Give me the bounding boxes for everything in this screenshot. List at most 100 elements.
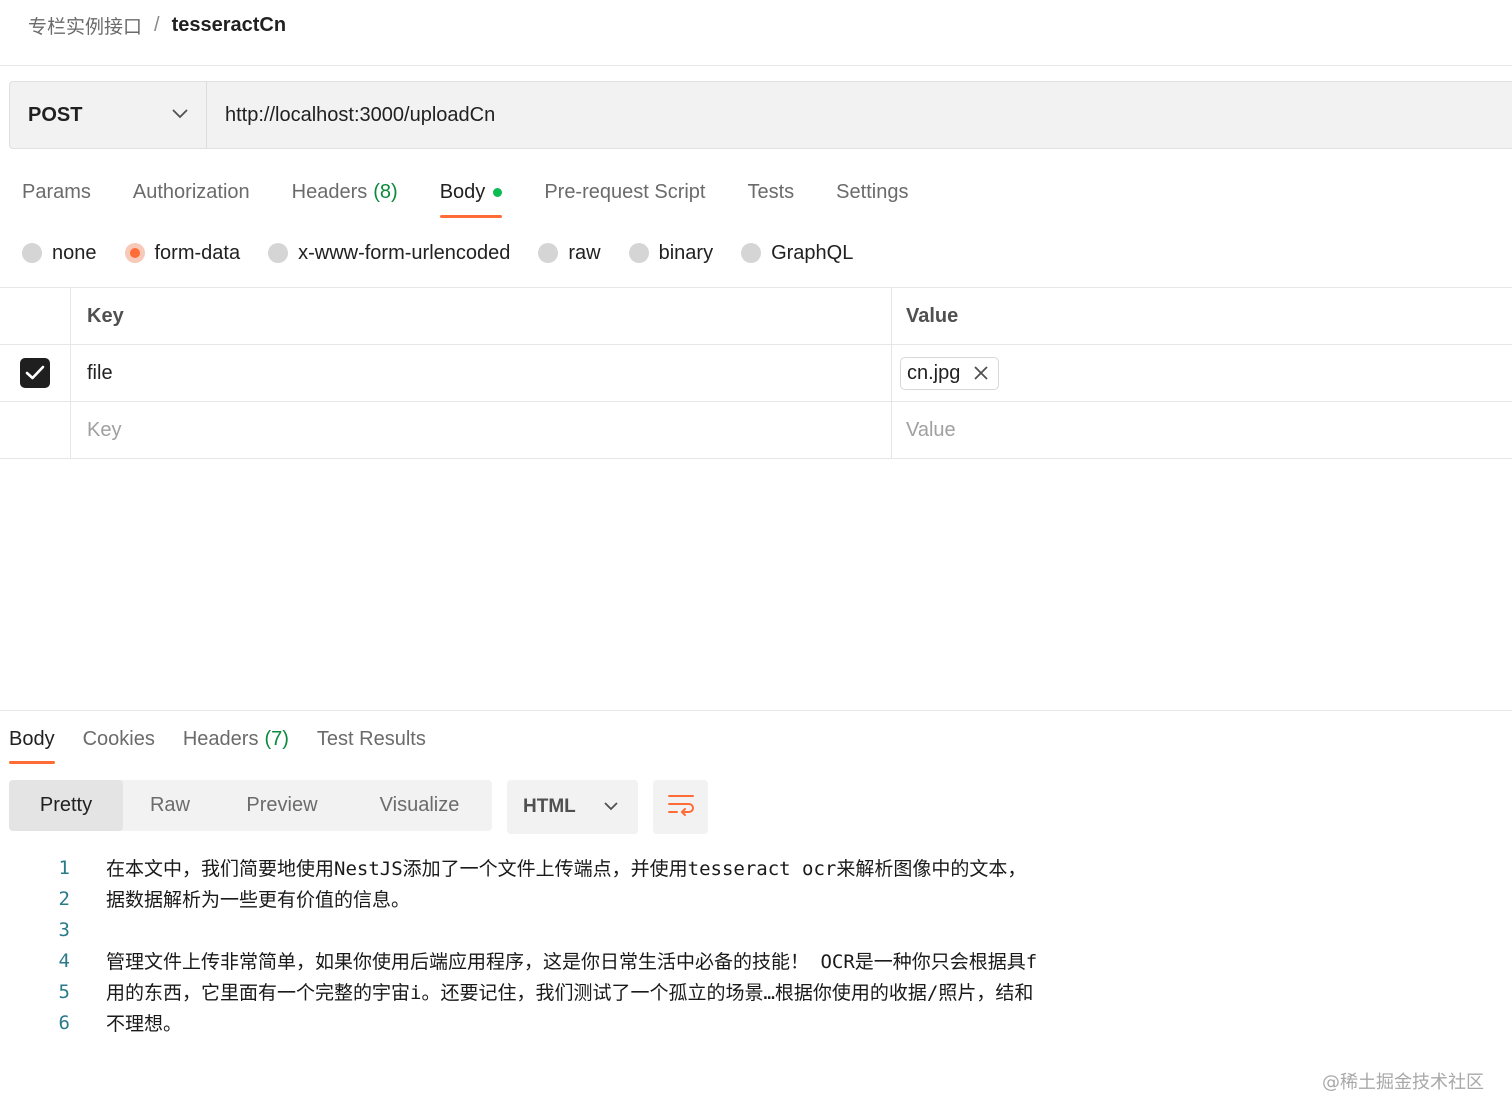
radio-label: GraphQL — [771, 241, 854, 264]
view-visualize-button[interactable]: Visualize — [347, 780, 492, 831]
line-number: 3 — [58, 918, 70, 941]
request-name[interactable]: tesseractCn — [172, 14, 287, 37]
request-tabs: Params Authorization Headers (8) Body Pre… — [22, 170, 950, 220]
body-type-urlencoded[interactable]: x-www-form-urlencoded — [268, 242, 510, 265]
radio-button[interactable] — [741, 243, 762, 263]
code-line: 6 不理想。 — [40, 1007, 1037, 1038]
response-tab-body[interactable]: Body — [9, 720, 55, 764]
response-divider[interactable] — [0, 710, 1512, 711]
view-raw-button[interactable]: Raw — [123, 780, 217, 831]
response-tab-headers[interactable]: Headers (7) — [183, 720, 289, 758]
header-divider — [0, 65, 1512, 66]
close-icon[interactable] — [974, 366, 989, 380]
headers-count: (8) — [373, 180, 398, 203]
tab-label: Body — [439, 180, 486, 203]
row-key-text: file — [87, 361, 113, 384]
tab-label: Headers — [291, 180, 368, 203]
column-header-value: Value — [906, 304, 959, 327]
tab-label: Pre-request Script — [544, 180, 706, 203]
radio-button[interactable] — [22, 243, 42, 263]
body-indicator-dot — [493, 187, 503, 197]
header-check-cell — [0, 288, 71, 344]
table-row: file cn.jpg — [0, 345, 1512, 402]
chevron-down-icon — [604, 798, 618, 816]
table-row-empty: Key Value — [0, 402, 1512, 459]
line-text: 用的东西，它里面有一个完整的宇宙i。还要记住，我们测试了一个孤立的场景…根据你使… — [106, 982, 1034, 1004]
response-headers-count: (7) — [264, 727, 289, 750]
body-type-form-data[interactable]: form-data — [124, 242, 240, 265]
line-text: 不理想。 — [106, 1013, 183, 1035]
view-preview-button[interactable]: Preview — [217, 780, 347, 831]
new-value-input[interactable]: Value — [892, 402, 1512, 458]
view-mode-selector: Pretty Raw Preview Visualize — [9, 780, 492, 831]
line-number: 5 — [58, 980, 70, 1003]
code-line: 5 用的东西，它里面有一个完整的宇宙i。还要记住，我们测试了一个孤立的场景…根据你… — [40, 976, 1037, 1007]
response-tab-cookies[interactable]: Cookies — [83, 720, 155, 758]
code-line: 1 在本文中，我们简要地使用NestJS添加了一个文件上传端点，并使用tesser… — [40, 852, 1037, 883]
checkmark-icon — [25, 365, 45, 380]
code-line: 3 — [40, 914, 1037, 945]
tab-settings[interactable]: Settings — [836, 170, 908, 214]
breadcrumb-collection[interactable]: 专栏实例接口 — [28, 12, 142, 39]
radio-label: raw — [568, 241, 601, 264]
line-text: 在本文中，我们简要地使用NestJS添加了一个文件上传端点，并使用tessera… — [106, 858, 1027, 880]
body-type-binary[interactable]: binary — [628, 241, 714, 265]
format-label: HTML — [523, 796, 576, 817]
tab-label: Params — [22, 180, 91, 203]
response-tab-test-results[interactable]: Test Results — [317, 720, 426, 758]
radio-button-selected[interactable] — [124, 243, 145, 263]
tab-label: Authorization — [132, 180, 250, 203]
view-pretty-button[interactable]: Pretty — [9, 780, 123, 831]
tab-pre-request-script[interactable]: Pre-request Script — [544, 170, 705, 214]
tab-label: Settings — [836, 180, 909, 203]
watermark: @稀土掘金技术社区 — [1322, 1072, 1484, 1093]
line-text: 据数据解析为一些更有价值的信息。 — [106, 889, 411, 911]
row-key-field[interactable]: file — [71, 345, 892, 401]
radio-label: x-www-form-urlencoded — [298, 241, 511, 264]
code-line: 4 管理文件上传非常简单，如果你使用后端应用程序，这是你日常生活中必备的技能！ O… — [40, 945, 1038, 976]
body-type-none[interactable]: none — [22, 242, 97, 265]
column-header-key: Key — [71, 288, 892, 344]
tab-label: Test Results — [316, 727, 426, 750]
wrap-lines-icon — [667, 793, 695, 822]
tab-tests[interactable]: Tests — [747, 170, 794, 214]
method-label: POST — [28, 103, 83, 126]
method-select[interactable]: POST — [10, 82, 207, 148]
line-number: 1 — [58, 856, 70, 879]
radio-label: binary — [658, 241, 714, 264]
file-name: cn.jpg — [907, 361, 961, 384]
url-input[interactable] — [207, 82, 1512, 148]
new-key-input[interactable]: Key — [71, 402, 892, 458]
form-data-table: Key Value file cn.jpg Key Value — [0, 287, 1512, 459]
body-type-options: none form-data x-www-form-urlencoded raw… — [22, 236, 881, 270]
row-check-cell — [0, 402, 71, 458]
tab-label: Headers — [182, 727, 259, 750]
response-body-viewer[interactable]: 1 在本文中，我们简要地使用NestJS添加了一个文件上传端点，并使用tesser… — [40, 852, 1038, 1038]
tab-authorization[interactable]: Authorization — [133, 170, 250, 214]
radio-button[interactable] — [268, 243, 289, 263]
line-number: 4 — [58, 949, 70, 972]
radio-button[interactable] — [538, 243, 559, 263]
breadcrumb: 专栏实例接口 / tesseractCn — [28, 10, 286, 40]
tab-headers[interactable]: Headers (8) — [292, 170, 398, 214]
tab-body[interactable]: Body — [439, 170, 503, 218]
tab-params[interactable]: Params — [22, 170, 91, 214]
line-number: 2 — [58, 887, 70, 910]
tab-label: Cookies — [82, 727, 155, 750]
wrap-lines-button[interactable] — [653, 780, 708, 834]
radio-button[interactable] — [628, 243, 649, 263]
response-format-select[interactable]: HTML — [507, 780, 638, 834]
tab-label: Tests — [747, 180, 795, 203]
file-chip: cn.jpg — [900, 356, 1000, 390]
response-tabs: Body Cookies Headers (7) Test Results — [9, 720, 454, 766]
table-header-row: Key Value — [0, 288, 1512, 345]
line-text: 管理文件上传非常简单，如果你使用后端应用程序，这是你日常生活中必备的技能！ OC… — [106, 951, 1038, 973]
body-type-graphql[interactable]: GraphQL — [741, 242, 853, 265]
row-value-field[interactable]: cn.jpg — [892, 345, 1512, 401]
code-line: 2 据数据解析为一些更有价值的信息。 — [40, 883, 1037, 914]
breadcrumb-separator: / — [154, 13, 160, 36]
body-type-raw[interactable]: raw — [538, 241, 601, 265]
request-url-bar: POST — [9, 81, 1512, 149]
row-check-cell — [0, 345, 71, 401]
row-enabled-checkbox[interactable] — [20, 358, 50, 388]
